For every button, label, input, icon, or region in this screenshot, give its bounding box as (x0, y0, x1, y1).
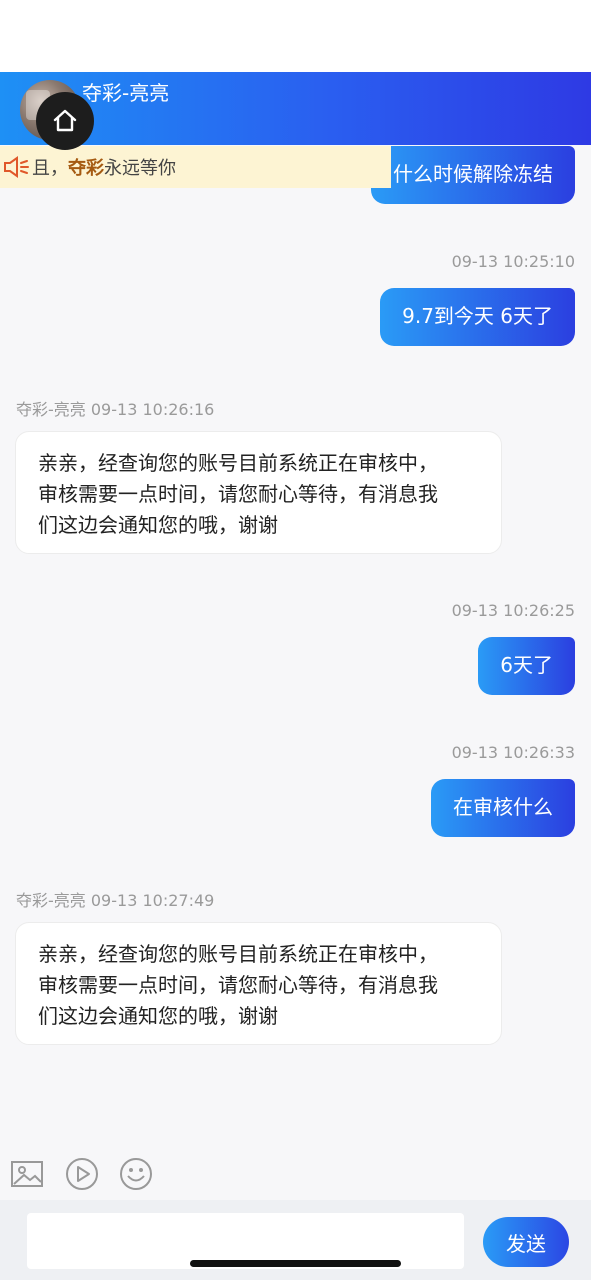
video-icon[interactable] (62, 1154, 102, 1194)
message-line: 们这边会通知您的哦，谢谢 (38, 513, 278, 537)
attachment-toolbar (0, 1150, 591, 1198)
home-button[interactable] (36, 92, 94, 150)
message-bubble-outgoing[interactable]: 在审核什么 (431, 779, 575, 837)
home-indicator[interactable] (190, 1260, 401, 1267)
agent-name: 夺彩-亮亮 (82, 81, 170, 105)
send-button[interactable]: 发送 (483, 1217, 569, 1267)
message-meta: 夺彩-亮亮 09-13 10:26:16 (16, 400, 215, 419)
emoji-icon[interactable] (116, 1154, 156, 1194)
message-bubble-outgoing[interactable]: 什么时候解除冻结 (371, 146, 575, 204)
message-timestamp: 09-13 10:26:33 (451, 743, 575, 762)
message-timestamp: 09-13 10:26:25 (451, 601, 575, 620)
message-timestamp: 09-13 10:25:10 (451, 252, 575, 271)
speaker-icon (4, 156, 29, 178)
home-icon (53, 109, 77, 132)
message-line: 审核需要一点时间，请您耐心等待，有消息我 (38, 482, 438, 506)
message-line: 们这边会通知您的哦，谢谢 (38, 1004, 278, 1028)
status-bar-area (0, 0, 591, 72)
message-bubble-incoming[interactable]: 亲亲，经查询您的账号目前系统正在审核中， 审核需要一点时间，请您耐心等待，有消息… (15, 922, 502, 1045)
message-line: 亲亲，经查询您的账号目前系统正在审核中， (38, 942, 438, 966)
message-bubble-incoming[interactable]: 亲亲，经查询您的账号目前系统正在审核中， 审核需要一点时间，请您耐心等待，有消息… (15, 431, 502, 554)
message-bubble-outgoing[interactable]: 9.7到今天 6天了 (380, 288, 575, 346)
message-line: 审核需要一点时间，请您耐心等待，有消息我 (38, 973, 438, 997)
notice-banner: 且，夺彩永远等你 (0, 146, 391, 188)
input-bar: 发送 (0, 1200, 591, 1280)
notice-text: 且，夺彩永远等你 (32, 158, 176, 179)
message-line: 亲亲，经查询您的账号目前系统正在审核中， (38, 451, 438, 475)
message-bubble-outgoing[interactable]: 6天了 (478, 637, 575, 695)
image-icon[interactable] (8, 1154, 48, 1194)
message-meta: 夺彩-亮亮 09-13 10:27:49 (16, 891, 215, 910)
